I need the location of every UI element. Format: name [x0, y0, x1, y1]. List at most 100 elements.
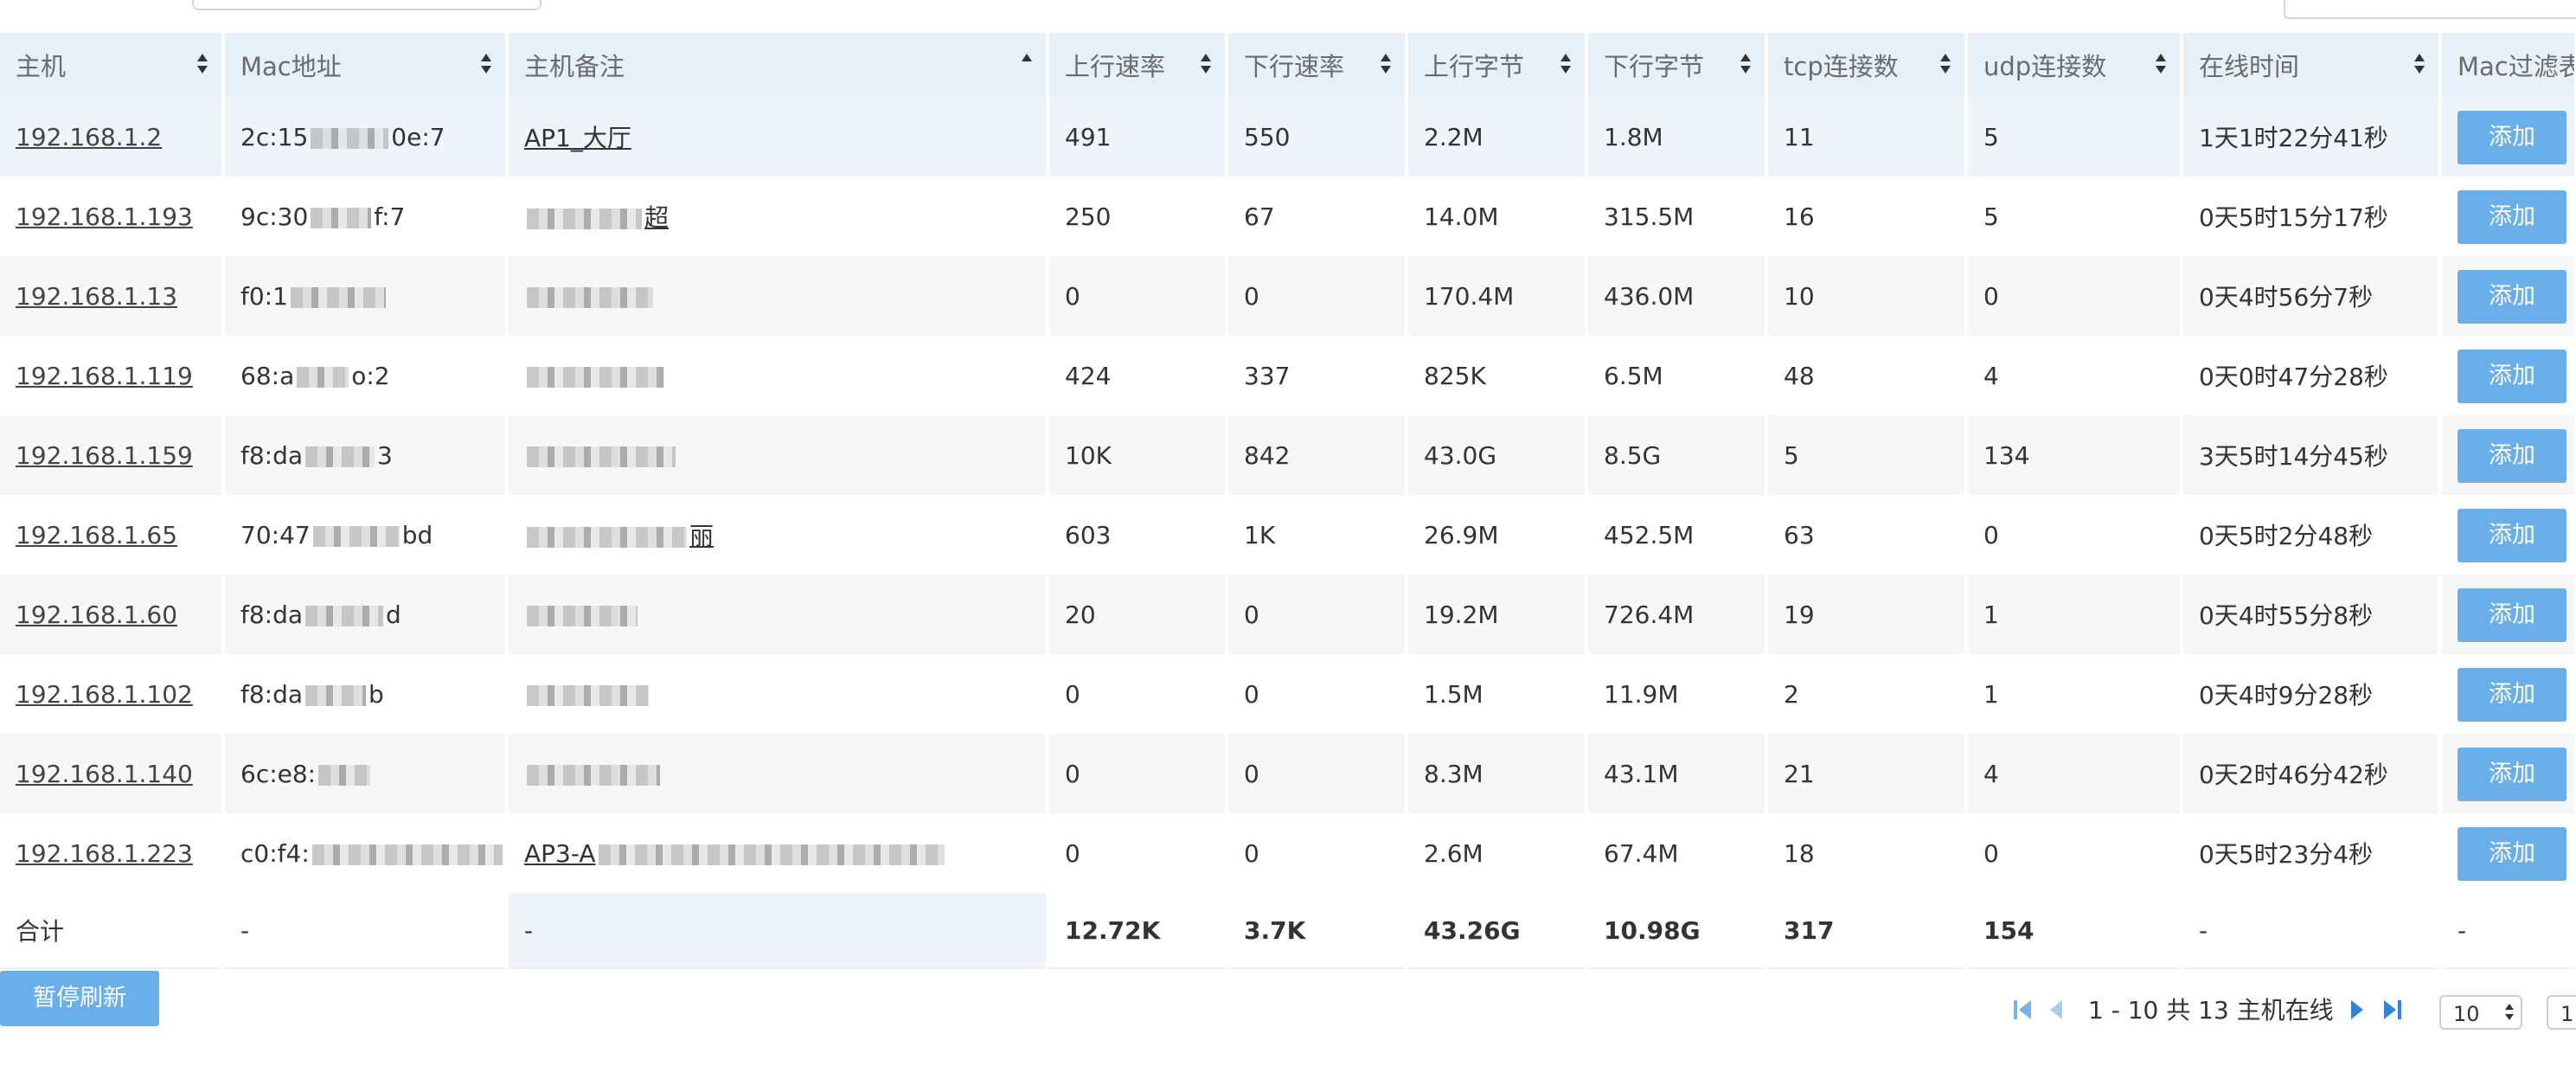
online-time: 0天5时2分48秒 — [2182, 495, 2442, 575]
down-rate: 842 — [1227, 415, 1408, 495]
host-note-link[interactable] — [507, 415, 1049, 495]
host-ip-link[interactable]: 192.168.1.119 — [0, 336, 225, 415]
total-label: 合计 — [0, 893, 225, 969]
column-header-note[interactable]: 主机备注 — [507, 33, 1049, 97]
add-mac-filter-button[interactable]: 添加 — [2457, 270, 2566, 324]
host-note-link[interactable] — [507, 256, 1049, 336]
table-row[interactable]: 192.168.1.159 f8:da 3 10K 842 43.0G 8.5G 5 134 3天… — [0, 415, 2576, 495]
add-mac-filter-button[interactable]: 添加 — [2457, 668, 2566, 722]
redacted-mark — [311, 844, 503, 865]
sort-icon[interactable] — [1381, 54, 1391, 76]
add-mac-filter-button[interactable]: 添加 — [2457, 588, 2566, 642]
table-row[interactable]: 192.168.1.102 f8:da b 0 0 1.5M 11.9M 2 1 0天4时9分28… — [0, 654, 2576, 734]
mac-filter-cell: 添加 — [2440, 495, 2576, 575]
host-ip-link[interactable]: 192.168.1.2 — [0, 97, 225, 177]
sort-asc-icon[interactable] — [1022, 54, 1032, 76]
column-header-up-rate[interactable]: 上行速率 — [1048, 33, 1228, 97]
down-bytes: 43.1M — [1586, 734, 1768, 813]
host-ip-link[interactable]: 192.168.1.223 — [0, 813, 225, 893]
udp-count: 5 — [1966, 177, 2183, 256]
column-header-down-bytes[interactable]: 下行字节 — [1586, 33, 1768, 97]
sort-icon[interactable] — [1560, 54, 1571, 76]
total-tcp: 317 — [1766, 893, 1968, 969]
sort-icon[interactable] — [1940, 54, 1951, 76]
column-header-down-rate[interactable]: 下行速率 — [1227, 33, 1408, 97]
up-rate: 491 — [1048, 97, 1228, 177]
table-row[interactable]: 192.168.1.193 9c:30 f:7 超 250 67 14.0M 315.5M 16… — [0, 177, 2576, 256]
filter-input[interactable] — [2284, 0, 2576, 19]
tcp-count: 2 — [1766, 654, 1968, 734]
select-arrows-icon — [2505, 1004, 2514, 1023]
table-row[interactable]: 192.168.1.13 f0:1 0 0 170.4M 436.0M 10 0 0天4时56分… — [0, 256, 2576, 336]
page-number-input[interactable]: 1 — [2547, 995, 2576, 1030]
sort-icon[interactable] — [197, 54, 208, 76]
table-row[interactable]: 192.168.1.119 68:a o:2 424 337 825K 6.5M 48 4 0天0… — [0, 336, 2576, 415]
next-page-icon[interactable] — [2349, 999, 2368, 1021]
add-mac-filter-button[interactable]: 添加 — [2457, 111, 2566, 164]
pause-refresh-button[interactable]: 暂停刷新 — [0, 971, 159, 1026]
first-page-icon[interactable] — [2014, 999, 2033, 1021]
top-bar — [0, 0, 2576, 33]
column-header-host[interactable]: 主机 — [0, 33, 225, 97]
redacted-mark — [305, 446, 375, 467]
add-mac-filter-button[interactable]: 添加 — [2457, 190, 2566, 244]
total-down-rate: 3.7K — [1227, 893, 1408, 969]
host-ip-link[interactable]: 192.168.1.13 — [0, 256, 225, 336]
total-up-rate: 12.72K — [1048, 893, 1228, 969]
host-note-link[interactable]: 超 — [507, 177, 1049, 256]
table-row[interactable]: 192.168.1.65 70:47 bd 丽 603 1K 26.9M 452.5M 63 0 0… — [0, 495, 2576, 575]
column-header-mac-filter[interactable]: Mac过滤表 — [2440, 33, 2576, 97]
add-mac-filter-button[interactable]: 添加 — [2457, 429, 2566, 483]
table-row[interactable]: 192.168.1.2 2c:15 0e:7 AP1_大厅 491 550 2.2M 1.8M… — [0, 97, 2576, 177]
prev-page-icon[interactable] — [2047, 999, 2066, 1021]
mac-address: 2c:15 0e:7 — [223, 97, 509, 177]
up-bytes: 170.4M — [1407, 256, 1588, 336]
sort-icon[interactable] — [2414, 54, 2425, 76]
redacted-mark — [527, 366, 664, 388]
mac-address: 68:a o:2 — [223, 336, 509, 415]
add-mac-filter-button[interactable]: 添加 — [2457, 350, 2566, 403]
udp-count: 0 — [1966, 495, 2183, 575]
host-note-link[interactable] — [507, 575, 1049, 654]
sort-icon[interactable] — [481, 54, 491, 76]
add-mac-filter-button[interactable]: 添加 — [2457, 827, 2566, 881]
add-mac-filter-button[interactable]: 添加 — [2457, 509, 2566, 562]
redacted-mark — [527, 605, 638, 626]
column-header-online-time[interactable]: 在线时间 — [2182, 33, 2442, 97]
up-rate: 10K — [1048, 415, 1228, 495]
page-size-select[interactable]: 10 — [2439, 995, 2522, 1030]
host-ip-link[interactable]: 192.168.1.193 — [0, 177, 225, 256]
host-ip-link[interactable]: 192.168.1.102 — [0, 654, 225, 734]
column-header-up-bytes[interactable]: 上行字节 — [1407, 33, 1588, 97]
last-page-icon[interactable] — [2382, 999, 2401, 1021]
down-rate: 337 — [1227, 336, 1408, 415]
host-note-link[interactable]: AP3-A — [507, 813, 1049, 893]
mac-address: 9c:30 f:7 — [223, 177, 509, 256]
mac-filter-cell: 添加 — [2440, 813, 2576, 893]
sort-icon[interactable] — [1740, 54, 1751, 76]
search-input[interactable] — [192, 0, 541, 10]
up-bytes: 14.0M — [1407, 177, 1588, 256]
host-note-link[interactable] — [507, 336, 1049, 415]
host-note-link[interactable]: 丽 — [507, 495, 1049, 575]
host-ip-link[interactable]: 192.168.1.159 — [0, 415, 225, 495]
column-header-udp[interactable]: udp连接数 — [1966, 33, 2183, 97]
host-ip-link[interactable]: 192.168.1.65 — [0, 495, 225, 575]
host-note-link[interactable] — [507, 654, 1049, 734]
column-header-mac[interactable]: Mac地址 — [223, 33, 509, 97]
mac-address: f8:da b — [223, 654, 509, 734]
online-time: 0天4时55分8秒 — [2182, 575, 2442, 654]
host-note-link[interactable] — [507, 734, 1049, 813]
redacted-mark — [290, 286, 386, 308]
add-mac-filter-button[interactable]: 添加 — [2457, 748, 2566, 801]
table-row[interactable]: 192.168.1.60 f8:da d 20 0 19.2M 726.4M 19 1 0天4时5… — [0, 575, 2576, 654]
table-row[interactable]: 192.168.1.223 c0:f4: AP3-A 0 0 2.6M 67.4M 18 0 0天… — [0, 813, 2576, 893]
column-header-tcp[interactable]: tcp连接数 — [1766, 33, 1968, 97]
host-ip-link[interactable]: 192.168.1.140 — [0, 734, 225, 813]
host-note-link[interactable]: AP1_大厅 — [507, 97, 1049, 177]
redacted-mark — [527, 764, 660, 786]
table-row[interactable]: 192.168.1.140 6c:e8: 0 0 8.3M 43.1M 21 4 0天2时46分… — [0, 734, 2576, 813]
sort-icon[interactable] — [2156, 54, 2166, 76]
sort-icon[interactable] — [1201, 54, 1211, 76]
host-ip-link[interactable]: 192.168.1.60 — [0, 575, 225, 654]
